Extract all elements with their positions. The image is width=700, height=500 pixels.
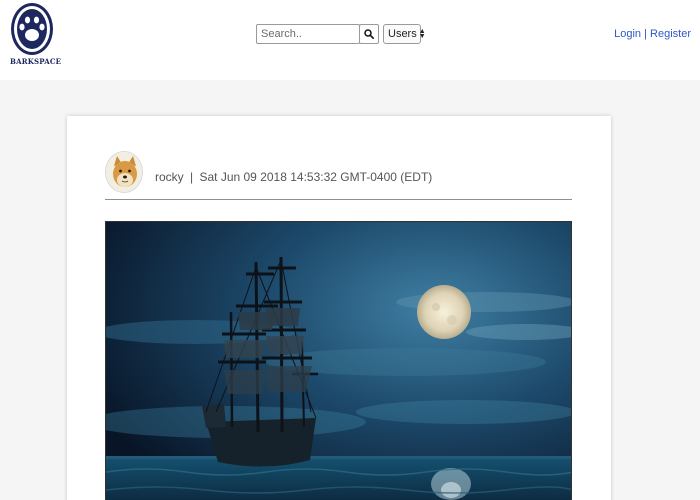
auth-links: Login | Register — [614, 28, 691, 40]
search-icon — [364, 29, 374, 39]
brand-name: BARKSPACE — [10, 57, 62, 66]
post-card: rocky | Sat Jun 09 2018 14:53:32 GMT-040… — [67, 116, 611, 500]
login-link[interactable]: Login — [614, 28, 641, 40]
post-image[interactable] — [105, 221, 572, 500]
paw-icon — [11, 3, 53, 55]
top-navbar: BARKSPACE Users ▲▼ Login | Register — [0, 0, 700, 80]
register-link[interactable]: Register — [650, 28, 691, 40]
search-button[interactable] — [359, 24, 379, 44]
search-type-select[interactable]: Users ▲ ▼ — [383, 24, 426, 44]
post-divider — [105, 199, 572, 200]
avatar[interactable] — [105, 151, 143, 193]
barkspace-logo[interactable]: BARKSPACE — [10, 3, 62, 66]
post-timestamp: Sat Jun 09 2018 14:53:32 GMT-0400 (EDT) — [199, 170, 433, 184]
post-meta: rocky | Sat Jun 09 2018 14:53:32 GMT-040… — [155, 170, 432, 184]
auth-separator: | — [644, 28, 647, 40]
sort-arrows-icon: ▲ ▼ — [418, 28, 426, 40]
search-type-value: Users — [388, 28, 417, 40]
post-author[interactable]: rocky — [155, 170, 184, 184]
search-input[interactable] — [256, 24, 360, 44]
meta-separator: | — [190, 170, 194, 184]
